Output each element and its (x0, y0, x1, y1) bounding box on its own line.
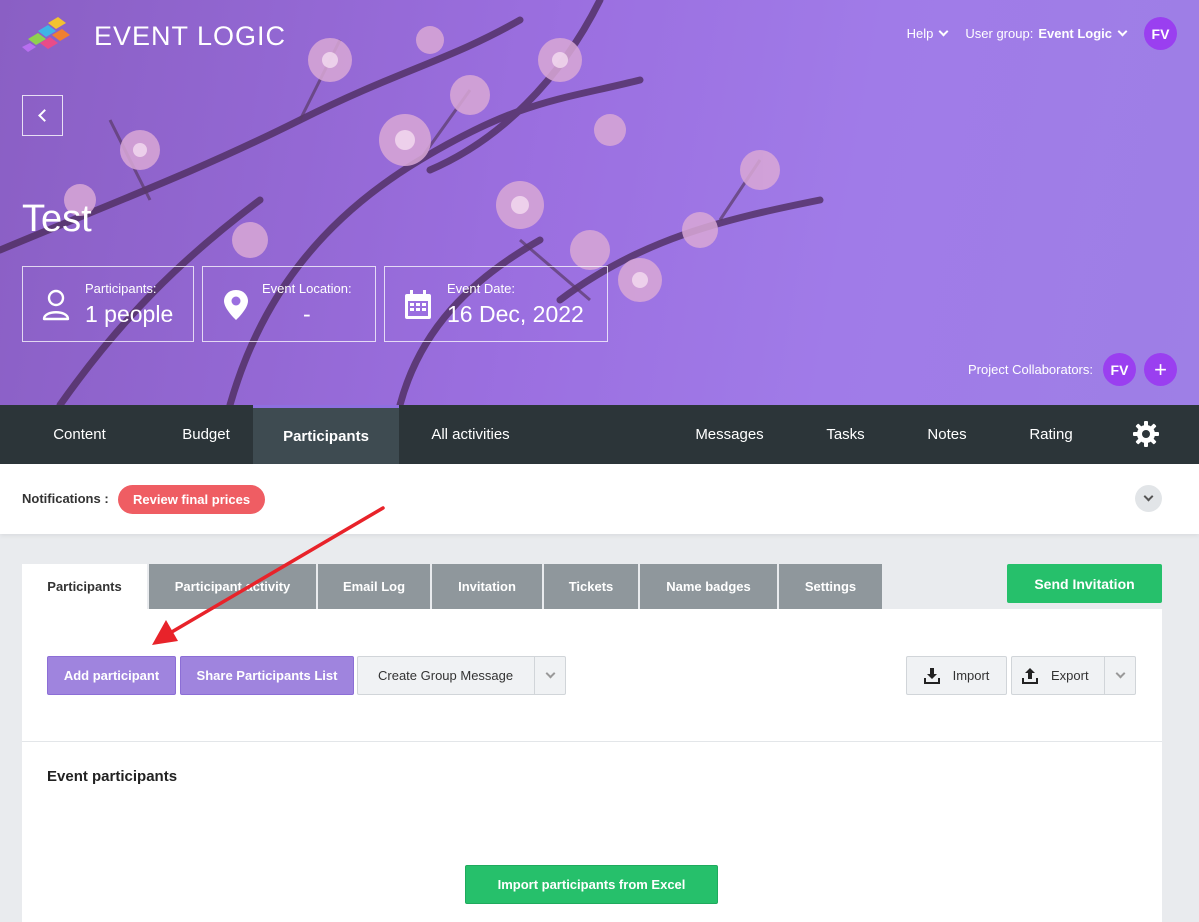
event-participants-title: Event participants (47, 768, 178, 785)
participants-info-box: Participants: 1 people (22, 266, 194, 342)
group-message-caret[interactable] (534, 657, 565, 694)
nav-notes[interactable]: Notes (896, 405, 998, 464)
participant-tabs: Participants Participant activity Email … (22, 564, 884, 609)
chevron-down-icon (1143, 491, 1154, 502)
logo-mark-icon (22, 17, 70, 52)
nav-all-activities[interactable]: All activities (399, 405, 542, 464)
brand-name: EVENT LOGIC (94, 20, 287, 51)
back-button[interactable] (22, 95, 63, 136)
panel-divider (22, 741, 1162, 742)
collaborators-label: Project Collaborators: (968, 362, 1093, 377)
person-icon (42, 289, 70, 321)
tab-invitation[interactable]: Invitation (432, 564, 542, 609)
nav-content[interactable]: Content (0, 405, 159, 464)
export-label: Export (1051, 668, 1089, 683)
participants-panel: Add participant Share Participants List … (22, 609, 1162, 922)
nav-messages[interactable]: Messages (664, 405, 795, 464)
tab-settings[interactable]: Settings (779, 564, 882, 609)
collaborator-avatar[interactable]: FV (1103, 353, 1136, 386)
tab-participants[interactable]: Participants (22, 564, 147, 609)
download-icon (923, 667, 940, 684)
add-collaborator-button[interactable]: + (1144, 353, 1177, 386)
location-pin-icon (224, 290, 248, 320)
date-value: 16 Dec, 2022 (447, 301, 584, 327)
import-label: Import (952, 668, 990, 683)
top-right-menu: Help User group: Event Logic FV (907, 17, 1177, 50)
tab-participant-activity[interactable]: Participant activity (149, 564, 316, 609)
participants-value: 1 people (85, 301, 174, 327)
event-logic-logo[interactable]: EVENT LOGIC (22, 17, 286, 55)
user-group-selector[interactable]: User group: Event Logic (965, 26, 1128, 41)
import-from-excel-button[interactable]: Import participants from Excel (465, 865, 718, 904)
help-menu[interactable]: Help (906, 26, 949, 41)
create-group-message-label: Create Group Message (378, 668, 514, 683)
chevron-down-icon (545, 668, 555, 679)
notifications-expand-toggle[interactable] (1135, 485, 1162, 512)
user-avatar[interactable]: FV (1144, 17, 1177, 50)
add-participant-button[interactable]: Add participant (47, 656, 176, 695)
nav-tasks[interactable]: Tasks (795, 405, 896, 464)
create-group-message-dropdown[interactable]: Create Group Message (357, 656, 566, 695)
main-nav: Content Budget Participants All activiti… (0, 405, 1199, 464)
location-value: - (303, 301, 311, 327)
nav-participants[interactable]: Participants (253, 405, 399, 464)
location-label: Event Location: (262, 281, 352, 296)
nav-budget[interactable]: Budget (159, 405, 253, 464)
event-hero-banner: EVENT LOGIC Help User group: Event Logic… (0, 0, 1199, 405)
chevron-down-icon (1115, 668, 1125, 679)
chevron-left-icon (38, 109, 51, 122)
help-label: Help (906, 26, 934, 41)
upload-icon (1022, 667, 1038, 684)
chevron-down-icon (938, 26, 949, 37)
import-button[interactable]: Import (906, 656, 1007, 695)
participants-label: Participants: (85, 281, 157, 296)
nav-rating[interactable]: Rating (998, 405, 1104, 464)
calendar-icon (405, 290, 431, 319)
date-info-box: Event Date: 16 Dec, 2022 (384, 266, 608, 342)
chevron-down-icon (1117, 26, 1128, 37)
share-participants-list-button[interactable]: Share Participants List (180, 656, 354, 695)
export-caret[interactable] (1104, 657, 1135, 694)
user-group-label: User group: (965, 26, 1034, 41)
user-group-value: Event Logic (1038, 26, 1112, 41)
notifications-bar: Notifications : Review final prices (0, 464, 1199, 534)
blossom-background-image (0, 0, 824, 405)
project-collaborators: Project Collaborators: FV + (968, 353, 1177, 386)
notification-badge[interactable]: Review final prices (118, 485, 266, 514)
event-title: Test (22, 198, 92, 240)
notifications-label: Notifications : (22, 491, 109, 506)
location-info-box: Event Location: - (202, 266, 376, 342)
tab-tickets[interactable]: Tickets (544, 564, 638, 609)
export-dropdown[interactable]: Export (1011, 656, 1136, 695)
gear-icon[interactable] (1133, 421, 1159, 447)
date-label: Event Date: (447, 281, 515, 296)
tab-name-badges[interactable]: Name badges (640, 564, 777, 609)
tab-email-log[interactable]: Email Log (318, 564, 430, 609)
send-invitation-button[interactable]: Send Invitation (1007, 564, 1162, 603)
